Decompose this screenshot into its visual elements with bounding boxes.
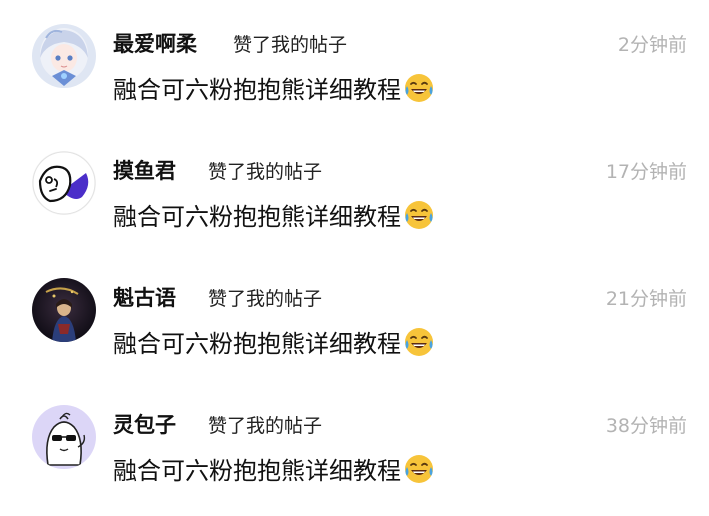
post-title[interactable]: 融合可六粉抱抱熊详细教程 <box>113 197 435 232</box>
dark-figure-avatar-icon[interactable] <box>32 278 96 342</box>
post-title[interactable]: 融合可六粉抱抱熊详细教程 <box>113 324 435 359</box>
post-title[interactable]: 融合可六粉抱抱熊详细教程 <box>113 70 435 105</box>
tears-of-joy-emoji-icon <box>403 199 435 231</box>
user-name[interactable]: 最爱啊柔 <box>113 28 197 58</box>
tears-of-joy-emoji-icon <box>403 326 435 358</box>
action-text: 赞了我的帖子 <box>233 34 348 56</box>
post-title-text[interactable]: 融合可六粉抱抱熊详细教程 <box>113 324 401 359</box>
notification-item[interactable]: 最爱啊柔 赞了我的帖子 2分钟前 融合可六粉抱抱熊详细教程 <box>0 10 709 135</box>
tears-of-joy-emoji-icon <box>403 453 435 485</box>
timestamp: 21分钟前 <box>605 288 687 310</box>
post-title[interactable]: 融合可六粉抱抱熊详细教程 <box>113 451 435 486</box>
user-name[interactable]: 灵包子 <box>113 409 176 439</box>
action-text: 赞了我的帖子 <box>208 288 323 310</box>
like-notification-list: 最爱啊柔 赞了我的帖子 2分钟前 融合可六粉抱抱熊详细教程 摸鱼君 赞了我的帖子… <box>0 0 709 505</box>
action-text: 赞了我的帖子 <box>208 415 323 437</box>
user-name[interactable]: 魁古语 <box>113 282 176 312</box>
user-name[interactable]: 摸鱼君 <box>113 155 176 185</box>
anime-girl-avatar-icon[interactable] <box>32 24 96 88</box>
post-title-text[interactable]: 融合可六粉抱抱熊详细教程 <box>113 451 401 486</box>
tears-of-joy-emoji-icon <box>403 72 435 104</box>
notification-item[interactable]: 魁古语 赞了我的帖子 21分钟前 融合可六粉抱抱熊详细教程 <box>0 264 709 389</box>
timestamp: 2分钟前 <box>617 34 687 56</box>
action-text: 赞了我的帖子 <box>208 161 323 183</box>
timestamp: 17分钟前 <box>605 161 687 183</box>
post-title-text[interactable]: 融合可六粉抱抱熊详细教程 <box>113 197 401 232</box>
notification-item[interactable]: 灵包子 赞了我的帖子 38分钟前 融合可六粉抱抱熊详细教程 <box>0 391 709 516</box>
fish-avatar-icon[interactable] <box>32 151 96 215</box>
notification-item[interactable]: 摸鱼君 赞了我的帖子 17分钟前 融合可六粉抱抱熊详细教程 <box>0 137 709 262</box>
post-title-text[interactable]: 融合可六粉抱抱熊详细教程 <box>113 70 401 105</box>
bun-sunglasses-avatar-icon[interactable] <box>32 405 96 469</box>
timestamp: 38分钟前 <box>605 415 687 437</box>
